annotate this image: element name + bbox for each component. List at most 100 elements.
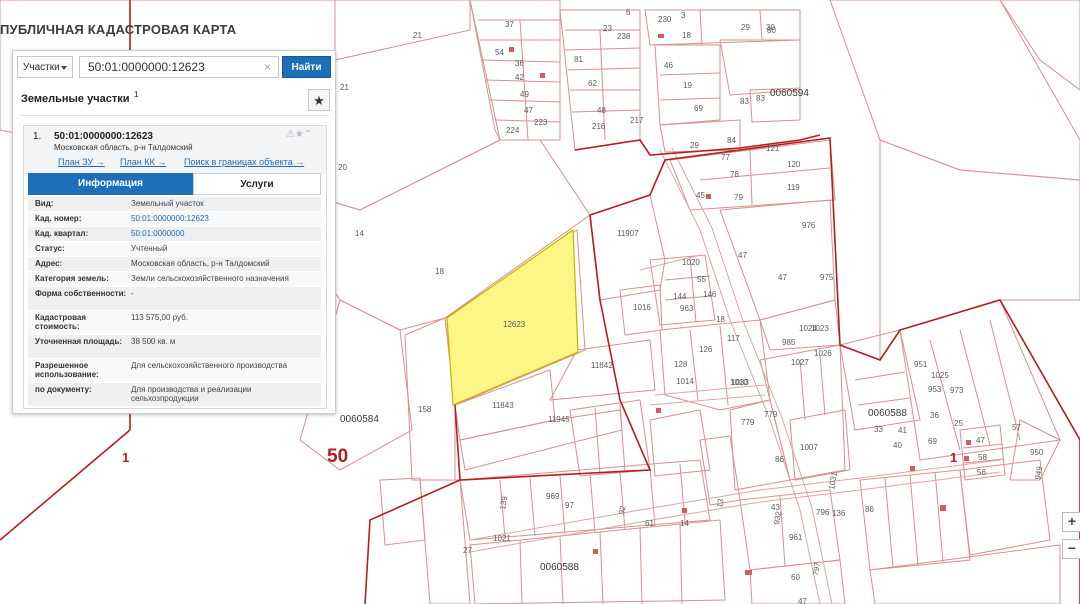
parcel-label: 796 <box>816 508 830 517</box>
parcel-label: 97 <box>565 501 574 510</box>
quarter-label: 0060588 <box>868 408 907 419</box>
parcel-label: 1026 <box>814 349 832 358</box>
search-in-bounds-link[interactable]: Поиск в границах объекта → <box>184 157 304 167</box>
parcel-label: 11907 <box>617 229 639 238</box>
parcel-label: 47 <box>798 597 807 604</box>
parcel-label: 56 <box>977 468 986 477</box>
info-row: Кад. номер: 50:01:0000000:12623 <box>28 212 321 226</box>
parcel-label: 46 <box>664 61 673 70</box>
results-header: Земельные участки 1 ★ <box>19 87 330 116</box>
parcel-label: 25 <box>954 419 963 428</box>
parcel-label: 230 <box>658 15 672 24</box>
zoom-in-button[interactable]: + <box>1062 512 1080 532</box>
parcel-label: 18 <box>716 315 725 324</box>
search-input[interactable] <box>79 56 279 78</box>
parcel-label: 1027 <box>791 358 809 367</box>
search-type-select[interactable]: Участки <box>17 56 73 78</box>
parcel-label: 224 <box>506 126 520 135</box>
info-row: Кадастровая стоимость: 113 575,00 руб. <box>28 311 321 334</box>
parcel-label: 14 <box>680 519 689 528</box>
info-row-value[interactable]: 50:01:0000000 <box>131 229 316 238</box>
parcel-label: 33 <box>874 425 883 434</box>
parcel-label: 223 <box>534 118 548 127</box>
parcel-label: 146 <box>703 290 717 299</box>
district-label: 1 <box>950 450 957 465</box>
plan-zu-link[interactable]: План ЗУ → <box>58 157 105 167</box>
parcel-label: 144 <box>673 292 687 301</box>
plan-kk-link[interactable]: План КК → <box>120 157 166 167</box>
parcel-label: 217 <box>630 116 644 125</box>
info-row-value: Земли сельскохозяйственного назначения <box>131 274 289 283</box>
zoom-out-button[interactable]: − <box>1062 539 1080 559</box>
parcel-label: 37 <box>505 20 514 29</box>
parcel-label: 58 <box>978 453 987 462</box>
tab-services[interactable]: Услуги <box>193 173 321 195</box>
info-row-value: 38 500 кв. м <box>131 337 176 346</box>
info-row: Кад. квартал: 50:01:0000000 <box>28 227 321 241</box>
parcel-label: 973 <box>950 386 964 395</box>
parcel-label: 1020 <box>682 258 700 267</box>
district-label: 50 <box>327 446 348 467</box>
parcel-label: 47 <box>778 273 787 282</box>
parcel-label: 41 <box>898 426 907 435</box>
parcel-label: 55 <box>697 275 706 284</box>
info-row: Вид: Земельный участок <box>28 197 321 211</box>
parcel-label: 985 <box>782 338 796 347</box>
parcel-label: 6 <box>626 8 631 17</box>
parcel-label: 11945 <box>548 415 570 424</box>
parcel-label: 14 <box>355 229 364 238</box>
parcel-label: 1025 <box>931 371 949 380</box>
parcel-label: 36 <box>930 411 939 420</box>
results-title: Земельные участки <box>21 93 130 105</box>
parcel-label: 1023 <box>811 324 829 333</box>
parcel-label: 57 <box>1012 423 1021 432</box>
info-row-value[interactable]: 50:01:0000000:12623 <box>131 214 316 223</box>
parcel-label: 86 <box>865 505 874 514</box>
parcel-label: 54 <box>495 48 504 57</box>
find-button[interactable]: Найти <box>282 56 331 78</box>
info-row-key: Уточненная площадь: <box>35 337 123 346</box>
result-card: 1. 50:01:0000000:12623 Московская област… <box>23 125 327 409</box>
clear-icon[interactable]: × <box>264 60 271 74</box>
zoom-control: + − <box>1062 512 1080 559</box>
parcel-label: 121 <box>766 144 780 153</box>
info-row-key: Кадастровая стоимость: <box>35 313 87 331</box>
parcel-label: 60 <box>791 573 800 582</box>
card-actions-icon[interactable]: ⚠★⌃ <box>286 129 312 140</box>
parcel-label: 78 <box>730 170 739 179</box>
parcel-label: 158 <box>418 405 432 414</box>
parcel-label: 126 <box>699 345 713 354</box>
parcel-label: 136 <box>832 509 846 518</box>
favorite-star-button[interactable]: ★ <box>308 89 330 111</box>
card-header[interactable]: 1. 50:01:0000000:12623 Московская област… <box>24 126 326 174</box>
app-title: ПУБЛИЧНАЯ КАДАСТРОВАЯ КАРТА <box>0 22 237 37</box>
info-row-value: Московская область, р-н Талдомский <box>131 259 270 268</box>
parcel-label: 47 <box>524 106 533 115</box>
parcel-label: 1010 <box>730 378 748 387</box>
parcel-label: 18 <box>682 31 691 40</box>
info-row-key: Категория земель: <box>35 274 109 283</box>
parcel-label: 951 <box>914 360 928 369</box>
parcel-label: 21 <box>413 31 422 40</box>
info-row: Статус: Учтенный <box>28 242 321 256</box>
info-row-key: Статус: <box>35 244 65 253</box>
parcel-label: 238 <box>617 32 631 41</box>
parcel-label: 779 <box>764 410 778 419</box>
info-row-key: Кад. номер: <box>35 214 82 223</box>
info-row-value: Учтенный <box>131 244 168 253</box>
parcel-label: 84 <box>727 136 736 145</box>
info-table: Вид: Земельный участок Кад. номер: 50:01:00… <box>28 197 321 407</box>
info-row: Форма собственности: - <box>28 287 321 310</box>
district-label: 1 <box>122 450 129 465</box>
parcel-label: 29 <box>690 141 699 150</box>
parcel-label: 961 <box>789 533 803 542</box>
parcel-label: 40 <box>893 441 902 450</box>
chevron-down-icon <box>61 66 67 70</box>
parcel-label: 69 <box>694 104 703 113</box>
parcel-label: 42 <box>515 73 524 82</box>
parcel-label: 1016 <box>633 303 651 312</box>
parcel-label: 976 <box>802 221 816 230</box>
tab-information[interactable]: Информация <box>28 173 193 195</box>
parcel-label: 1021 <box>493 534 511 543</box>
info-row: Адрес: Московская область, р-н Талдомский <box>28 257 321 271</box>
